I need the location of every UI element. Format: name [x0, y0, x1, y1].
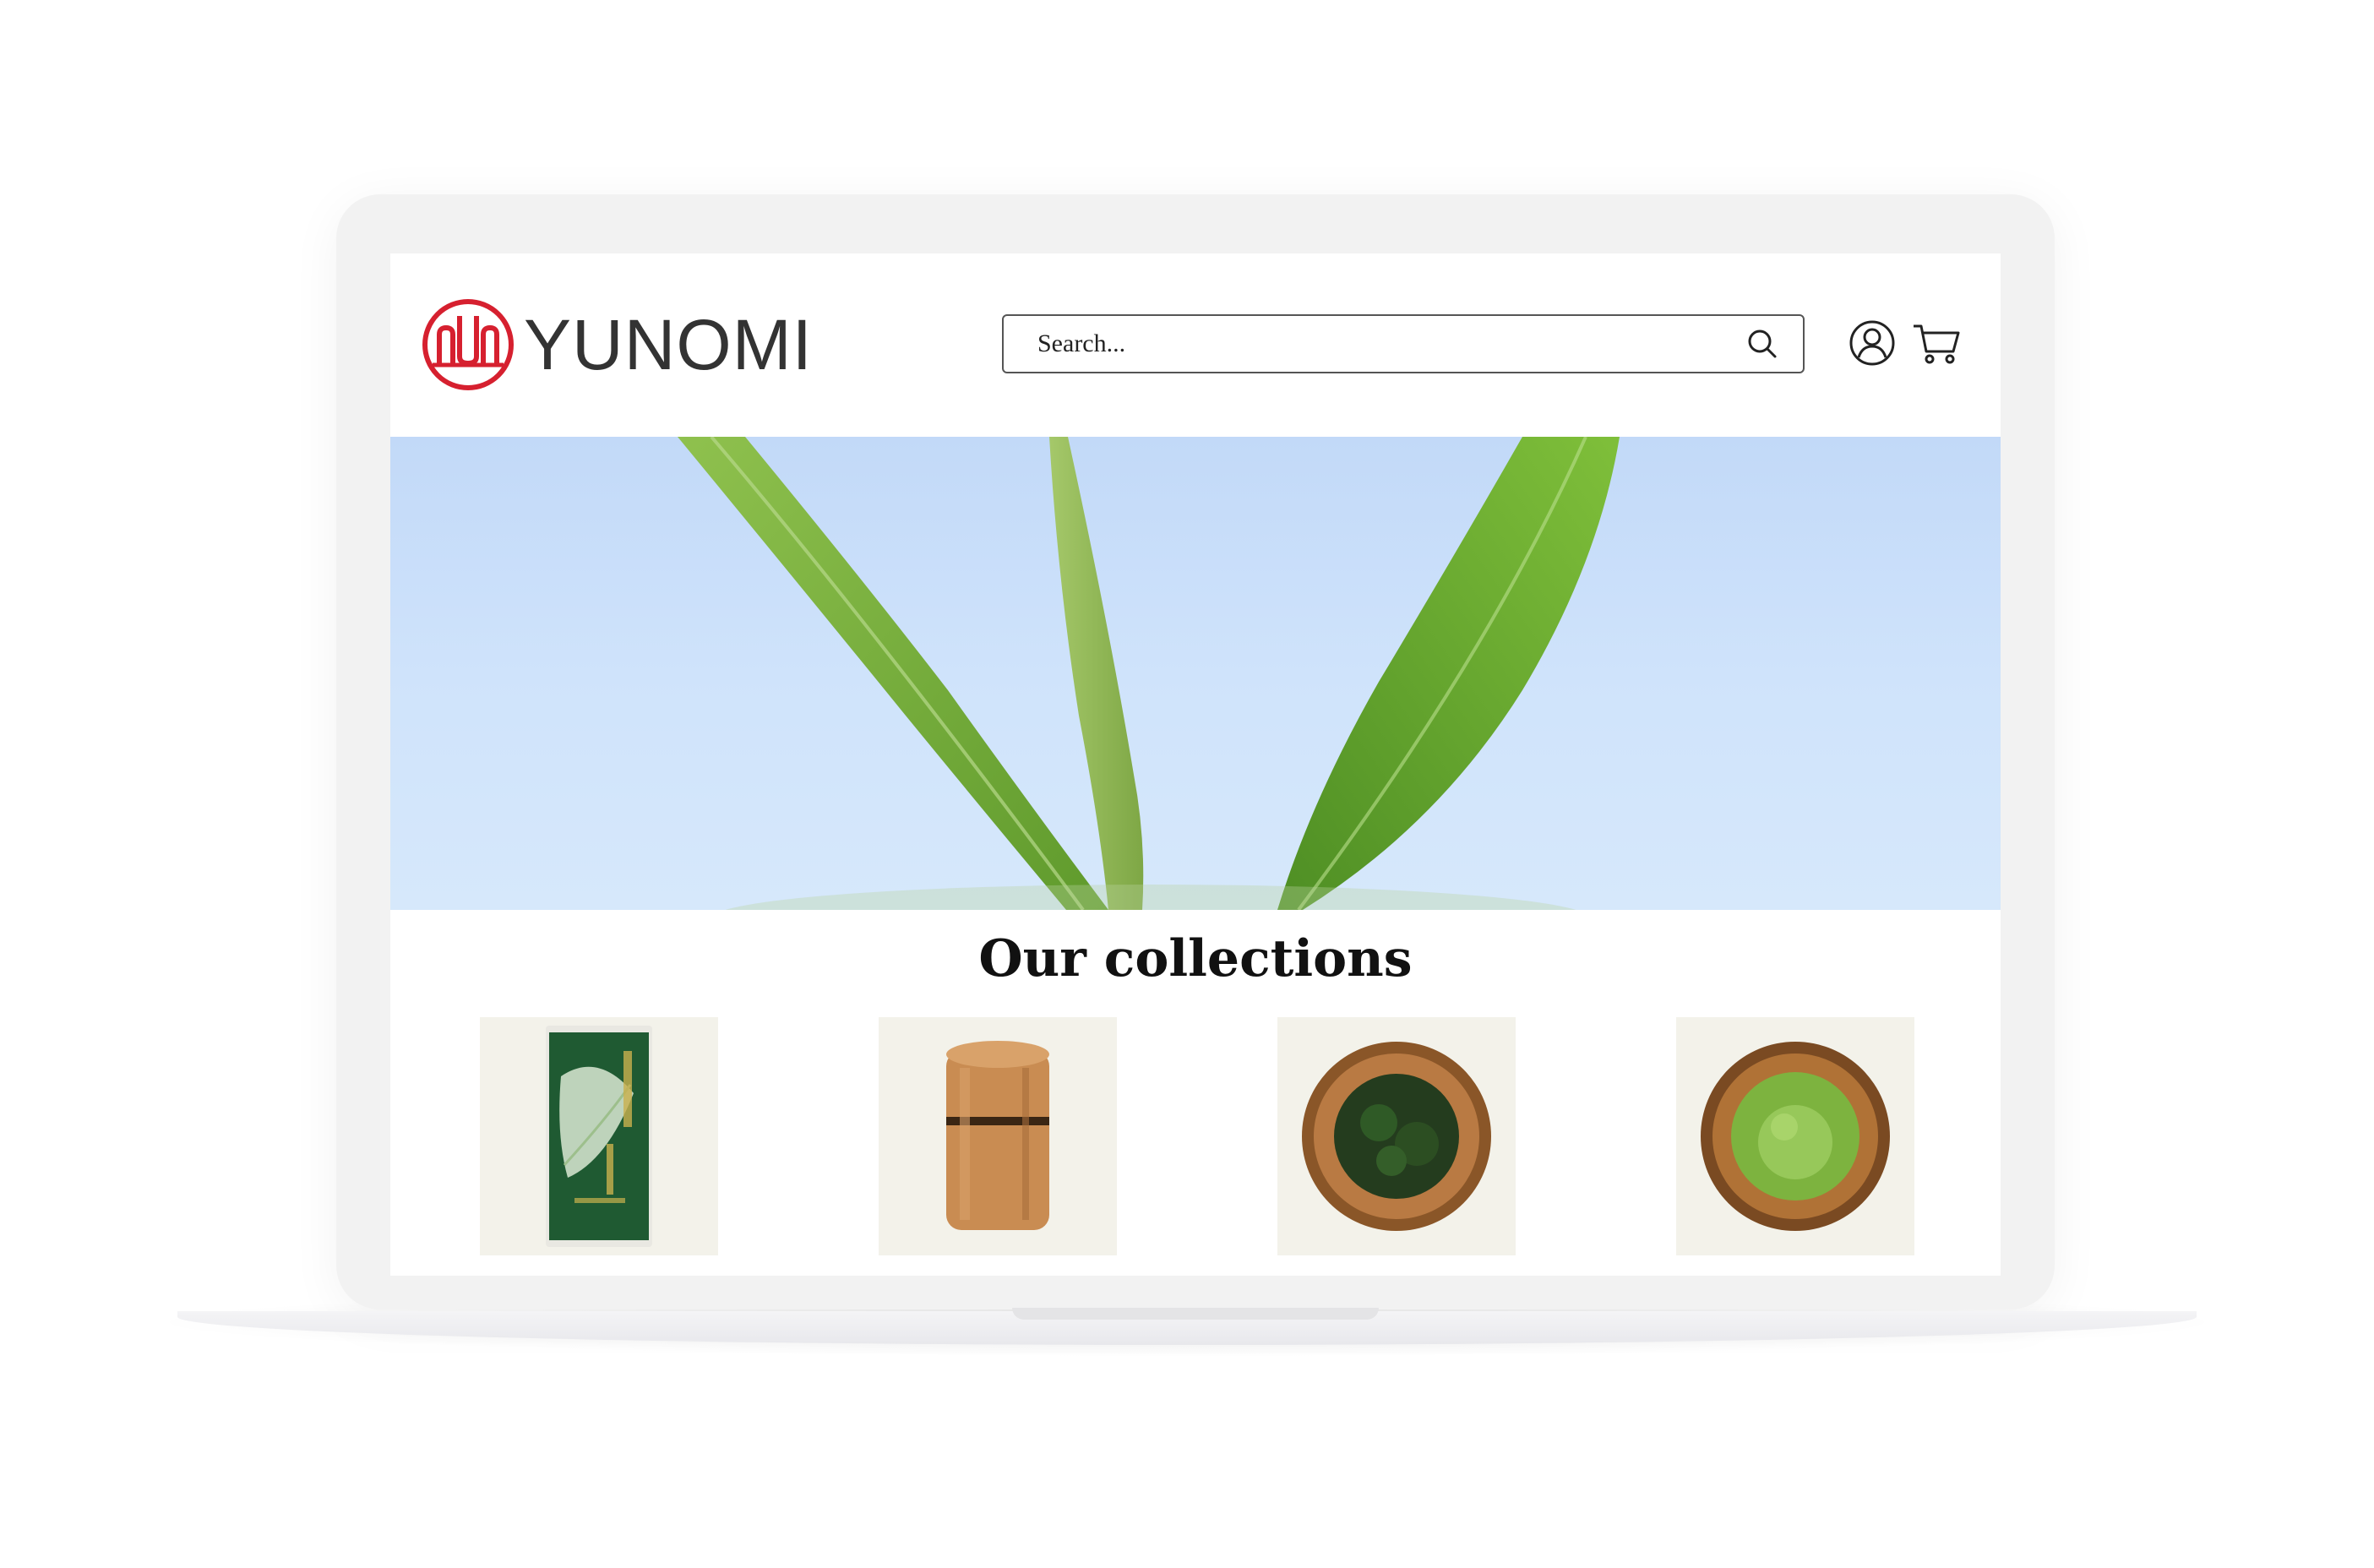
user-circle-icon: [1849, 320, 1895, 366]
shopping-cart-icon: [1914, 324, 1960, 364]
collection-tile-sencha[interactable]: [1277, 1017, 1516, 1255]
collection-tile-green-tea-bag[interactable]: [480, 1017, 718, 1255]
browser-screen: YUNOMI Search... Our collections: [390, 253, 2001, 1276]
sencha-leaves-image: [1302, 1042, 1491, 1231]
search-icon: [1748, 329, 1777, 358]
laptop-notch: [1012, 1308, 1379, 1320]
yunomi-logo[interactable]: YUNOMI: [421, 297, 813, 392]
search-bar: [1002, 314, 1805, 373]
matcha-powder-image: [1701, 1042, 1890, 1231]
yunomi-logo-mark: [422, 299, 514, 390]
search-input[interactable]: [1004, 315, 1737, 373]
green-tea-bag-image: [546, 1026, 652, 1247]
cart-button[interactable]: [1911, 319, 1962, 367]
tea-leaves-image: [678, 437, 1620, 910]
search-button[interactable]: [1737, 318, 1788, 369]
collection-tile-tea-canister[interactable]: [879, 1017, 1117, 1255]
account-button[interactable]: [1849, 319, 1896, 367]
wooden-canister-image: [946, 1041, 1049, 1230]
collection-tile-matcha[interactable]: [1676, 1017, 1914, 1255]
hero-banner: [390, 437, 2001, 910]
brand-name: YUNOMI: [524, 305, 813, 384]
collections-title: Our collections: [978, 929, 1413, 988]
